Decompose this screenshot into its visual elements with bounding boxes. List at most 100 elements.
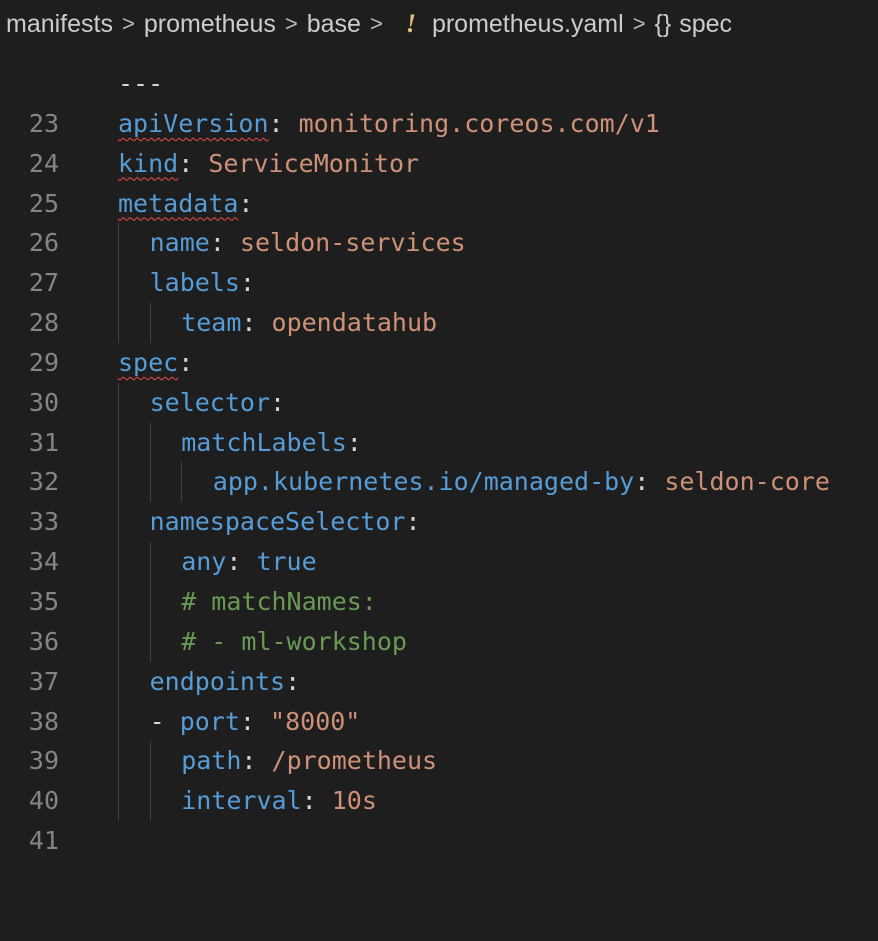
yaml-colon: : (405, 507, 421, 537)
yaml-boolean: true (241, 547, 317, 577)
indent-guide (118, 263, 150, 304)
indent-guide (149, 581, 182, 622)
yaml-colon: : (209, 228, 225, 258)
yaml-key: team (181, 308, 242, 338)
yaml-colon: : (178, 347, 194, 377)
yaml-key: kind (118, 148, 179, 178)
indent-guide (149, 422, 182, 463)
yaml-colon: : (268, 108, 284, 138)
yaml-value: "8000" (254, 706, 361, 736)
code-line: 41 interval: 10s (0, 781, 878, 855)
indent-guide (118, 701, 150, 742)
yaml-colon: : (285, 666, 301, 696)
code-line: 39 - port: "8000" (0, 701, 878, 775)
chevron-right-icon: > (632, 11, 646, 36)
breadcrumb: manifests > prometheus > base > ! promet… (0, 0, 878, 48)
indent-guide (118, 781, 150, 822)
indent-guide (118, 382, 150, 423)
breadcrumb-item-symbol[interactable]: spec (679, 10, 732, 39)
yaml-colon: : (301, 786, 317, 816)
indent-guide (118, 741, 150, 782)
code-line: 25 kind: ServiceMonitor (0, 144, 878, 218)
document-separator: --- (118, 69, 164, 98)
breadcrumb-item-base[interactable]: base (307, 10, 361, 39)
yaml-value: /prometheus (256, 746, 438, 776)
yaml-value: monitoring.coreos.com/v1 (283, 108, 660, 138)
breadcrumb-item-prometheus[interactable]: prometheus (144, 10, 276, 39)
indent-guide (149, 303, 182, 343)
indent-guide (149, 462, 182, 503)
code-line: 33 app.kubernetes.io/managed-by: seldon-… (0, 462, 878, 536)
yaml-key: spec (118, 347, 179, 377)
yaml-colon: : (241, 746, 257, 776)
yaml-key: labels (149, 268, 240, 298)
yaml-key: name (149, 228, 210, 258)
indent-guide (181, 462, 213, 503)
code-line: 37 # - ml-workshop (0, 621, 878, 696)
code-line: 28 labels: (0, 263, 878, 337)
chevron-right-icon: > (369, 11, 383, 36)
indent-guide (118, 303, 150, 343)
yaml-key: metadata (118, 188, 239, 218)
braces-icon: {} (654, 9, 672, 38)
indent-guide (118, 621, 150, 662)
yaml-value: ServiceMonitor (193, 148, 420, 178)
code-line: 32 matchLabels: (0, 422, 878, 496)
code-line: 30 spec: (0, 343, 878, 417)
yaml-key: selector (149, 387, 271, 417)
line-number: 41 (28, 826, 59, 856)
chevron-right-icon: > (121, 11, 135, 36)
code-line: 34 namespaceSelector: (0, 502, 878, 576)
code-line: 26 metadata: (0, 184, 878, 258)
indent-guide (118, 462, 150, 503)
indent-guide (118, 422, 150, 463)
yaml-key: endpoints (149, 666, 286, 696)
yaml-key: any (181, 547, 227, 577)
breadcrumb-item-file[interactable]: prometheus.yaml (432, 10, 624, 39)
code-line: 29 team: opendatahub (0, 303, 878, 377)
code-line: 35 any: true (0, 542, 878, 616)
yaml-key: port (179, 706, 240, 736)
yaml-value: seldon-core (649, 467, 830, 497)
yaml-key: namespaceSelector (149, 507, 406, 537)
yaml-colon: : (270, 387, 286, 417)
yaml-colon: : (346, 427, 362, 457)
indent-guide (118, 542, 150, 582)
code-line: 23 --- (0, 64, 878, 138)
yaml-colon: : (239, 706, 255, 736)
code-line: 38 endpoints: (0, 661, 878, 736)
indent-guide (118, 502, 150, 543)
code-line: 40 path: /prometheus (0, 741, 878, 815)
code-line: 24 apiVersion: monitoring.coreos.com/v1 (0, 104, 878, 178)
yaml-key: app.kubernetes.io/managed-by (212, 467, 635, 497)
chevron-right-icon: > (284, 11, 298, 36)
yaml-list-dash: - (149, 706, 180, 736)
indent-guide (118, 581, 150, 622)
code-line: 36 # matchNames: (0, 581, 878, 656)
indent-guide (149, 542, 182, 582)
yaml-value: opendatahub (256, 308, 438, 338)
yaml-colon: : (238, 188, 254, 218)
breadcrumb-item-manifests[interactable]: manifests (6, 10, 113, 39)
yaml-key: interval (181, 786, 302, 816)
indent-guide (149, 621, 182, 662)
indent-guide (118, 661, 150, 702)
yaml-value: seldon-services (224, 228, 466, 258)
code-line: 31 selector: (0, 382, 878, 457)
indent-guide (149, 741, 182, 782)
yaml-comment: # matchNames: (181, 586, 377, 616)
yaml-colon: : (239, 268, 255, 298)
yaml-comment: # - ml-workshop (181, 626, 407, 656)
yaml-colon: : (241, 308, 257, 338)
yaml-colon: : (178, 148, 194, 178)
yaml-file-icon: ! (405, 9, 416, 38)
code-editor[interactable]: 23 --- 24 apiVersion: monitoring.coreos.… (0, 64, 878, 855)
yaml-colon: : (634, 467, 650, 497)
indent-guide (149, 781, 182, 822)
yaml-key: path (181, 746, 242, 776)
code-line: 27 name: seldon-services (0, 223, 878, 297)
yaml-key: matchLabels (181, 427, 347, 457)
yaml-colon: : (226, 547, 242, 577)
yaml-value: 10s (316, 786, 377, 816)
yaml-key: apiVersion (118, 108, 269, 138)
